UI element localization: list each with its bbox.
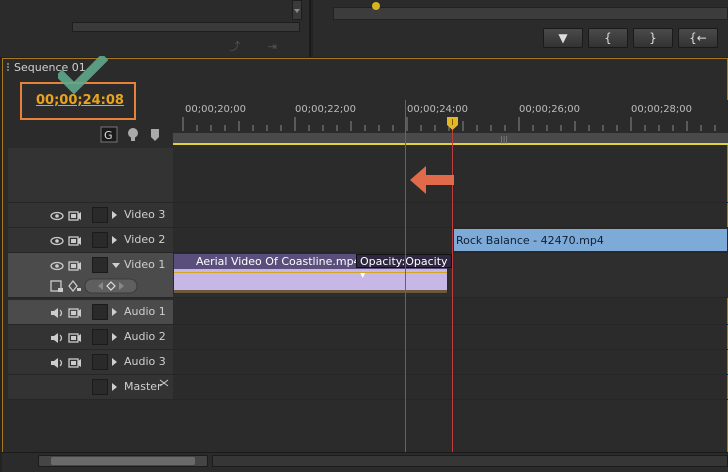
track-label: Audio 3 (124, 355, 166, 368)
ruler-tick-label: 00;00;26;00 (519, 104, 581, 115)
go-to-in-button[interactable]: {← (678, 28, 718, 48)
track-row-master[interactable] (173, 375, 728, 400)
monitor-playhead-icon[interactable] (372, 2, 380, 10)
track-header-video-2[interactable]: Video 2 (8, 228, 173, 253)
expand-track-icon[interactable] (112, 308, 117, 316)
set-marker-icon[interactable] (151, 129, 159, 141)
clip-name: Rock Balance - 42470.mp4 (456, 234, 604, 247)
track-header-video-3[interactable]: Video 3 (8, 203, 173, 228)
track-header-master[interactable]: Master (8, 375, 173, 400)
opacity-dropdown[interactable]: Opacity:Opacity ▾ (356, 254, 452, 281)
work-area-bar[interactable]: ||| (173, 133, 728, 145)
timeline-footer (2, 452, 728, 472)
expand-track-icon[interactable] (112, 383, 117, 391)
target-marker-line (405, 100, 406, 452)
video-clip-rock-balance[interactable]: Rock Balance - 42470.mp4 (453, 228, 728, 252)
ruler-tick-label: 00;00;20;00 (185, 104, 247, 115)
track-lock-toggle[interactable] (92, 329, 108, 345)
track-header-audio-2[interactable]: Audio 2 (8, 325, 173, 350)
speaker-icon[interactable] (50, 357, 64, 369)
track-header-audio-1[interactable]: Audio 1 (8, 300, 173, 325)
sync-lock-icon[interactable] (68, 235, 82, 247)
track-label: Master (124, 380, 162, 393)
sync-lock-icon[interactable] (68, 357, 82, 369)
add-marker-icon[interactable] (128, 128, 138, 141)
project-panel-icons: ⤴ ⇥ (229, 40, 289, 53)
collapse-track-icon[interactable] (112, 263, 120, 268)
track-lock-toggle[interactable] (92, 207, 108, 223)
keyframe-navigator[interactable] (84, 278, 138, 294)
sync-lock-icon[interactable] (68, 210, 82, 222)
track-row-audio-3[interactable] (173, 350, 728, 375)
track-label: Video 3 (124, 208, 166, 221)
eye-icon[interactable] (50, 210, 64, 222)
snap-icon[interactable]: G (100, 126, 118, 143)
track-label: Audio 2 (124, 330, 166, 343)
track-header-spacer (8, 148, 173, 203)
ruler-tick-label: 00;00;28;00 (631, 104, 693, 115)
left-arrow-icon (410, 166, 454, 194)
eye-icon[interactable] (50, 235, 64, 247)
video-clip-aerial[interactable]: Aerial Video Of Coastline.mp4 Opacity:Op… (173, 253, 452, 294)
opacity-rubber-band[interactable] (174, 272, 447, 273)
project-horizontal-scrollbar[interactable] (72, 22, 300, 32)
track-row-video-3[interactable] (173, 203, 728, 228)
track-row-audio-2[interactable] (173, 325, 728, 350)
track-header-video-1[interactable]: Video 1 (8, 253, 173, 298)
project-panel: ⤴ ⇥ (0, 0, 311, 57)
speaker-icon[interactable] (50, 307, 64, 319)
speaker-icon[interactable] (50, 332, 64, 344)
ruler-tick-label: 00;00;24;00 (407, 104, 469, 115)
zoom-scrollbar-thumb[interactable] (51, 457, 195, 465)
master-track-icon (159, 379, 169, 387)
work-area-grip-icon[interactable]: ||| (500, 135, 508, 144)
monitor-timeline-ruler[interactable] (333, 2, 728, 20)
expand-track-icon[interactable] (112, 211, 117, 219)
track-header-audio-3[interactable]: Audio 3 (8, 350, 173, 375)
ruler-tick-label: 00;00;22;00 (295, 104, 357, 115)
expand-track-icon[interactable] (112, 358, 117, 366)
clip-bottom-bar (174, 290, 447, 293)
opacity-dropdown-label: Opacity:Opacity (360, 255, 448, 268)
scroll-down-icon[interactable] (294, 9, 300, 13)
panel-grip-icon[interactable] (7, 63, 11, 71)
mark-in-button[interactable]: { (588, 28, 628, 48)
track-label: Video 1 (124, 258, 166, 271)
track-lock-toggle[interactable] (92, 232, 108, 248)
keyframe-toggle-icon[interactable] (68, 280, 82, 292)
track-lock-toggle[interactable] (92, 257, 108, 273)
timeline-horizontal-scrollbar[interactable] (212, 455, 728, 467)
mark-out-button[interactable]: } (633, 28, 673, 48)
project-vertical-scrollbar[interactable] (292, 0, 302, 20)
clip-name: Aerial Video Of Coastline.mp4 (196, 255, 361, 268)
expand-track-icon[interactable] (112, 236, 117, 244)
track-label: Video 2 (124, 233, 166, 246)
svg-text:G: G (104, 129, 113, 142)
checkmark-icon (58, 56, 108, 95)
sync-lock-icon[interactable] (68, 260, 82, 272)
track-label: Audio 1 (124, 305, 166, 318)
playhead-icon[interactable] (447, 117, 458, 130)
sync-lock-icon[interactable] (68, 307, 82, 319)
track-lock-toggle[interactable] (92, 304, 108, 320)
track-lock-toggle[interactable] (92, 379, 108, 395)
track-row-audio-1[interactable] (173, 300, 728, 325)
program-monitor-panel: ▼ { } {← (313, 0, 728, 57)
timeline-header-tools: G (100, 126, 170, 148)
eye-icon[interactable] (50, 260, 64, 272)
expand-track-icon[interactable] (112, 333, 117, 341)
sync-lock-icon[interactable] (68, 332, 82, 344)
zoom-scrollbar[interactable] (38, 455, 208, 467)
set-display-style-icon[interactable] (50, 280, 64, 292)
add-marker-button[interactable]: ▼ (543, 28, 583, 48)
track-lock-toggle[interactable] (92, 354, 108, 370)
